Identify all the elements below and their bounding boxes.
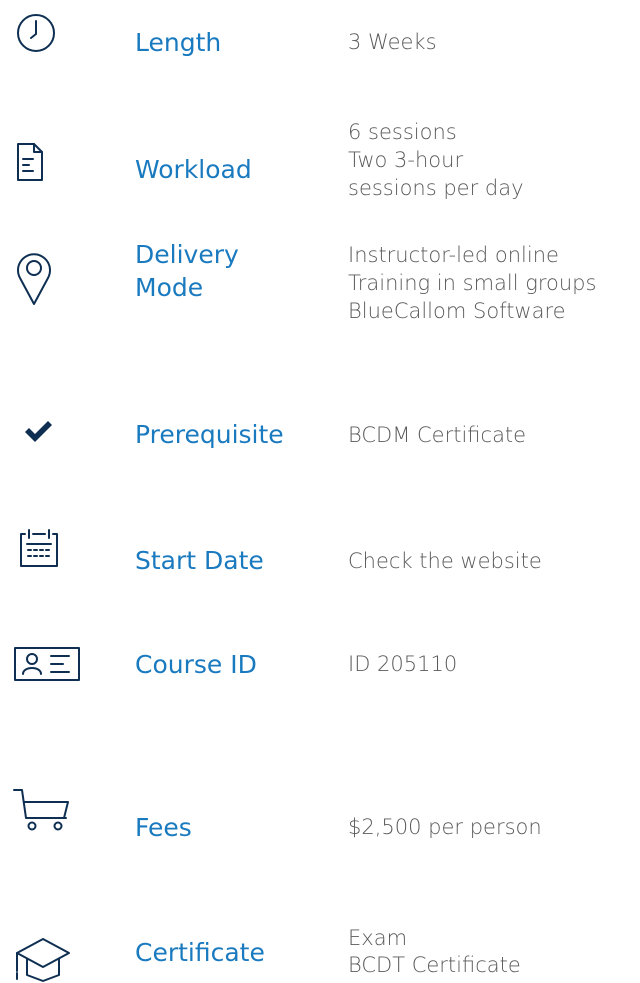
value-line: $2,500 per person [348, 815, 542, 839]
checkmark-icon [0, 420, 78, 444]
row-label: Fees [135, 813, 192, 842]
row-value: Instructor-led online Training in small … [348, 241, 596, 325]
value-line: ID 205110 [348, 652, 458, 676]
label-line: Mode [135, 273, 204, 302]
row-label: Workload [135, 155, 252, 184]
row-label: Course ID [135, 650, 257, 679]
label-line: Delivery [135, 240, 239, 269]
row-value: Check the website [348, 547, 542, 575]
row-label: Start Date [135, 546, 264, 575]
value-line: Check the website [348, 549, 542, 573]
shopping-cart-icon [2, 788, 82, 832]
value-line: Exam [348, 926, 408, 950]
clock-icon [0, 11, 76, 55]
document-icon [0, 140, 70, 184]
calendar-icon [0, 526, 79, 570]
id-card-icon [7, 646, 87, 682]
value-line: 6 sessions [348, 120, 457, 144]
value-line: Instructor-led online [348, 243, 559, 267]
value-line: BCDM Certificate [348, 423, 527, 447]
value-line: BlueCallom Software [348, 299, 566, 323]
row-label: Prerequisite [135, 420, 284, 449]
row-label: Certificate [135, 938, 265, 967]
row-value: 6 sessions Two 3-hour sessions per day [348, 118, 524, 202]
location-pin-icon [0, 246, 74, 308]
row-value: ID 205110 [348, 650, 457, 678]
value-line: Training in small groups [348, 271, 597, 295]
row-value: BCDM Certificate [348, 421, 526, 449]
row-value: $2,500 per person [348, 813, 542, 841]
graduation-cap-icon [3, 935, 83, 983]
value-line: 3 Weeks [348, 30, 437, 54]
row-value: 3 Weeks [348, 28, 437, 56]
row-value: Exam BCDT Certificate [348, 925, 521, 979]
row-label: Delivery Mode [135, 238, 239, 304]
value-line: Two 3-hour [348, 148, 464, 172]
value-line: sessions per day [348, 176, 524, 200]
value-line: BCDT Certificate [348, 953, 521, 977]
row-label: Length [135, 28, 222, 57]
